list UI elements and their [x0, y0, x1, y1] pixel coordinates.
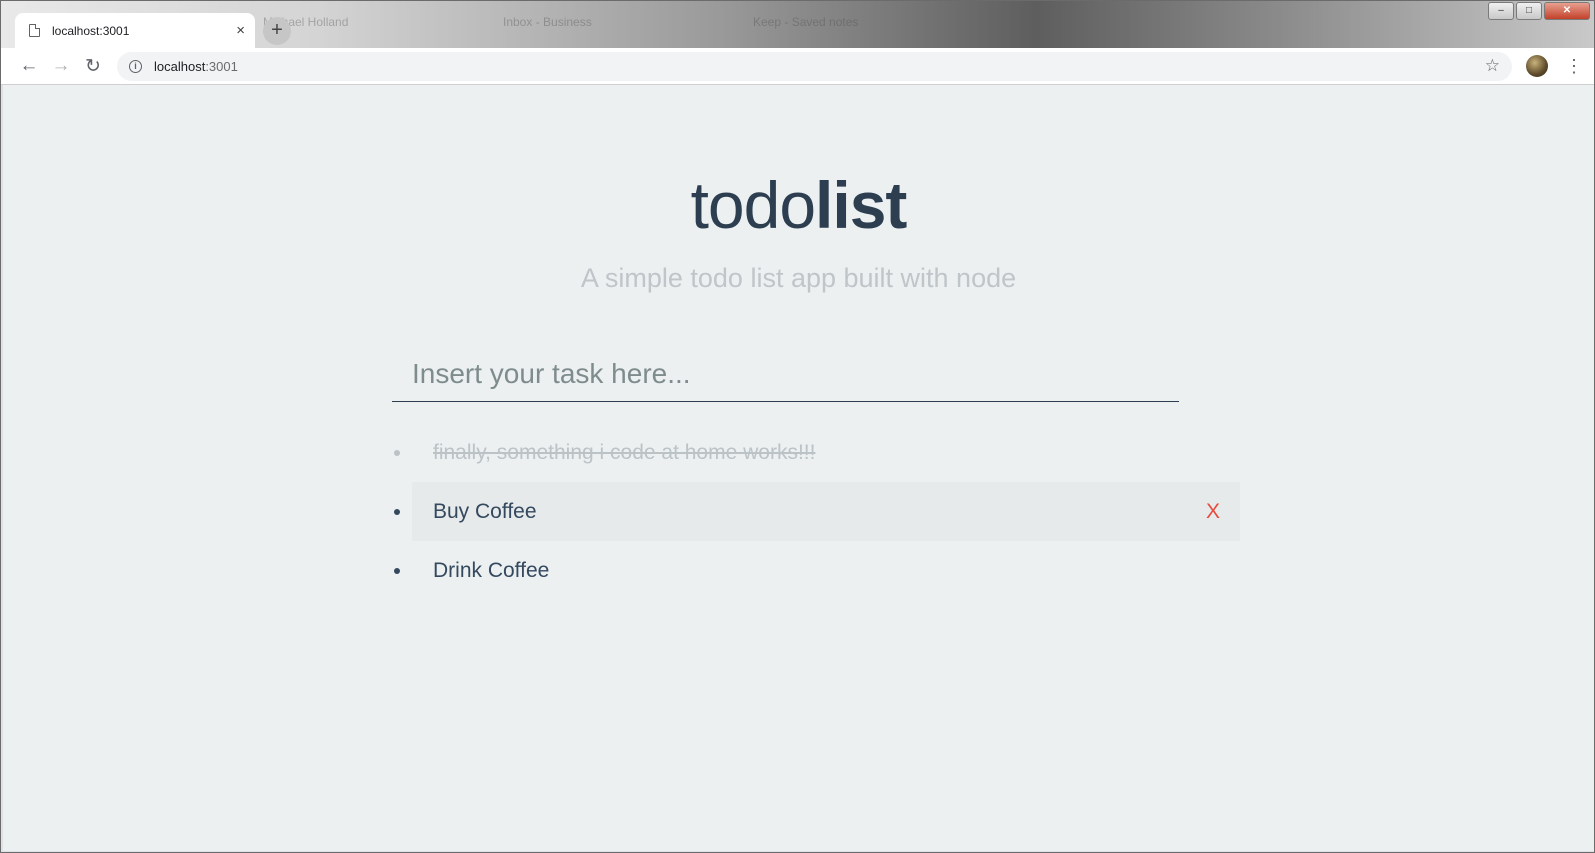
delete-todo-button[interactable]: X [1206, 500, 1220, 524]
todo-item[interactable]: finally, something i code at home works!… [392, 423, 1240, 482]
bullet [394, 508, 400, 515]
address-bar[interactable]: i localhost :3001 ☆ [117, 51, 1512, 81]
background-tab-label: Keep - Saved notes [753, 15, 859, 29]
background-tab[interactable]: Inbox - Business [491, 7, 701, 37]
new-tab-button[interactable]: + [263, 17, 291, 45]
page-viewport: todolist A simple todo list app built wi… [3, 85, 1594, 851]
background-tab-label: Inbox - Business [503, 15, 592, 29]
browser-toolbar: ← → ↻ i localhost :3001 ☆ ⋮ [1, 48, 1594, 85]
maximize-button[interactable]: □ [1516, 2, 1542, 20]
task-input[interactable] [392, 347, 1179, 402]
minimize-button[interactable]: – [1488, 2, 1514, 20]
info-icon[interactable]: i [129, 59, 142, 73]
background-tab[interactable]: Keep - Saved notes [741, 7, 971, 37]
url-host: localhost [154, 58, 206, 74]
todo-label: Buy Coffee [433, 499, 537, 523]
back-button[interactable]: ← [13, 55, 45, 77]
todo-item[interactable]: Drink Coffee [392, 541, 1240, 600]
title-bold-part: list [815, 168, 907, 242]
app-subtitle: A simple todo list app built with node [580, 263, 1017, 293]
todo-label: Drink Coffee [433, 558, 550, 582]
close-window-button[interactable]: ✕ [1544, 2, 1590, 20]
window-controls: – □ ✕ [1488, 2, 1590, 20]
todo-list: finally, something i code at home works!… [392, 423, 1240, 600]
bullet [394, 449, 400, 456]
tab-title: localhost:3001 [52, 23, 130, 38]
bookmark-star-icon[interactable]: ☆ [1485, 56, 1500, 76]
url-port: :3001 [205, 58, 238, 74]
bullet [394, 567, 400, 574]
title-light-part: todo [690, 168, 816, 242]
todo-label: finally, something i code at home works!… [433, 440, 816, 464]
reload-button[interactable]: ↻ [77, 55, 109, 78]
title-bar: Michael Holland Inbox - Business Keep - … [1, 1, 1594, 48]
page-icon [29, 24, 40, 37]
close-tab-icon[interactable]: × [236, 22, 245, 39]
browser-menu-icon[interactable]: ⋮ [1564, 56, 1584, 77]
browser-window: Michael Holland Inbox - Business Keep - … [0, 0, 1595, 853]
app-title: todolist [3, 167, 1594, 243]
active-tab[interactable]: localhost:3001 × [15, 13, 255, 48]
profile-avatar[interactable] [1526, 55, 1548, 77]
forward-button[interactable]: → [45, 55, 77, 77]
todo-item[interactable]: Buy Coffee X [392, 482, 1240, 541]
